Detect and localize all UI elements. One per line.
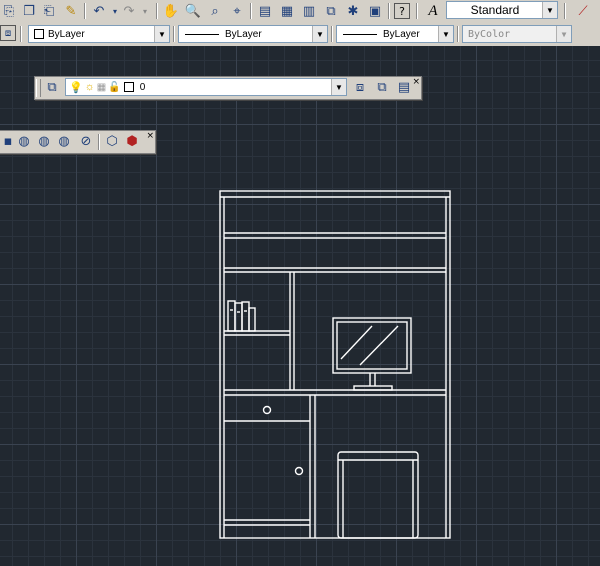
book bbox=[234, 302, 243, 332]
book bbox=[248, 307, 256, 332]
monitor-screen bbox=[336, 321, 408, 370]
stool-outline bbox=[337, 451, 419, 539]
door-knob bbox=[294, 466, 304, 476]
cabinet-drawing bbox=[219, 190, 451, 539]
screen-glare-1 bbox=[340, 325, 373, 360]
cabinet-outline bbox=[219, 190, 451, 539]
drawer-knob bbox=[262, 405, 272, 415]
monitor-base bbox=[353, 385, 393, 391]
book bbox=[227, 300, 236, 332]
book bbox=[241, 301, 250, 332]
